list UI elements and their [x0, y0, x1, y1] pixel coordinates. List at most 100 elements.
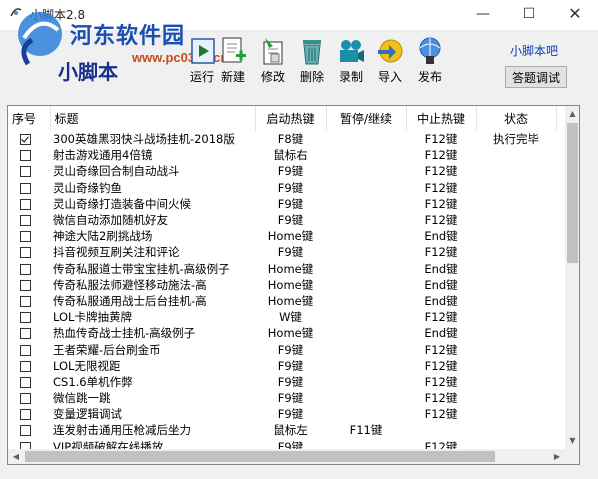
title-bar: 小脚本2.8 — ☐ ✕	[0, 0, 598, 30]
row-status	[476, 390, 556, 406]
answer-debug-button[interactable]: 答题调试	[505, 66, 567, 88]
row-start-hotkey: F8键	[277, 132, 304, 147]
row-checkbox[interactable]	[20, 295, 31, 307]
table-row[interactable]: 300英雄黑羽快斗战场挂机-2018版 F8键 F12键 执行完毕	[8, 131, 556, 147]
column-header-start-hotkey[interactable]: 启动热键	[255, 106, 327, 131]
table-row[interactable]: 灵山奇缘钓鱼 F9键 F12键	[8, 180, 556, 196]
scroll-left-arrow-icon[interactable]: ◀	[8, 449, 24, 464]
row-stop-hotkey	[406, 422, 476, 438]
row-status	[476, 180, 556, 196]
row-checkbox[interactable]	[20, 134, 31, 146]
new-button[interactable]: 新建	[213, 36, 253, 86]
row-checkbox[interactable]	[20, 215, 31, 227]
table-row[interactable]: LOL卡牌抽黄牌 W键 F12键	[8, 309, 556, 325]
table-row[interactable]: CS1.6单机作弊 F9键 F12键	[8, 374, 556, 390]
table-row[interactable]: 射击游戏通用4倍镜 鼠标右 F12键	[8, 147, 556, 163]
row-title: LOL无限视距	[53, 358, 121, 373]
close-button[interactable]: ✕	[552, 0, 598, 30]
row-checkbox[interactable]	[20, 409, 31, 421]
row-pause-hotkey	[326, 228, 406, 244]
table-row[interactable]: 微信跳一跳 F9键 F12键	[8, 390, 556, 406]
row-checkbox[interactable]	[20, 312, 31, 324]
table-row[interactable]: 传奇私服道士带宝宝挂机-高级例子 Home键 End键	[8, 261, 556, 277]
row-checkbox[interactable]	[20, 425, 31, 437]
row-checkbox-cell	[8, 131, 50, 147]
delete-label: 删除	[299, 70, 324, 84]
publish-label: 发布	[417, 70, 442, 84]
record-button[interactable]: 录制	[331, 36, 371, 86]
row-checkbox[interactable]	[20, 360, 31, 372]
row-pause-hotkey	[326, 406, 406, 422]
row-checkbox[interactable]	[20, 150, 31, 162]
column-header-index[interactable]: 序号	[8, 106, 51, 131]
row-checkbox[interactable]	[20, 166, 31, 178]
script-list[interactable]: 序号 标题 启动热键 暂停/继续 中止热键 状态 300英雄黑羽快斗战场挂机-2…	[7, 105, 580, 465]
column-header-stop-hotkey[interactable]: 中止热键	[406, 106, 477, 131]
scroll-up-arrow-icon[interactable]: ▲	[565, 106, 579, 122]
table-row[interactable]: 灵山奇缘回合制自动战斗 F9键 F12键	[8, 163, 556, 179]
table-row[interactable]: LOL无限视距 F9键 F12键	[8, 358, 556, 374]
row-stop-hotkey: End键	[424, 277, 458, 292]
maximize-button[interactable]: ☐	[506, 0, 552, 30]
column-header-title[interactable]: 标题	[50, 106, 256, 131]
table-row[interactable]: 抖音视频互刷关注和评论 F9键 F12键	[8, 244, 556, 260]
row-stop-hotkey: End键	[424, 229, 458, 244]
row-title: 连发射击通用压枪减后坐力	[53, 423, 191, 438]
row-start-hotkey: 鼠标左	[273, 423, 308, 438]
row-checkbox[interactable]	[20, 182, 31, 194]
edit-button[interactable]: 修改	[253, 36, 293, 86]
table-row[interactable]: 微信自动添加随机好友 F9键 F12键	[8, 212, 556, 228]
table-row[interactable]: 连发射击通用压枪减后坐力 鼠标左 F11键	[8, 422, 556, 438]
row-checkbox[interactable]	[20, 344, 31, 356]
row-checkbox-cell	[8, 358, 50, 374]
horizontal-scrollbar[interactable]: ◀ ▶	[8, 449, 565, 464]
delete-button[interactable]: 删除	[292, 36, 332, 86]
column-header-status[interactable]: 状态	[476, 106, 557, 131]
row-title: 王者荣耀-后台刷金币	[53, 342, 161, 357]
table-row[interactable]: 热血传奇战士挂机-高级例子 Home键 End键	[8, 325, 556, 341]
app-logo-icon	[10, 8, 22, 17]
row-checkbox-cell	[8, 422, 50, 438]
row-start-hotkey: F9键	[277, 374, 304, 389]
table-row[interactable]: 变量逻辑调试 F9键 F12键	[8, 406, 556, 422]
table-row[interactable]: 传奇私服通用战士后台挂机-高 Home键 End键	[8, 293, 556, 309]
row-status	[476, 277, 556, 293]
row-stop-hotkey: End键	[424, 326, 458, 341]
minimize-button[interactable]: —	[460, 0, 506, 30]
row-stop-hotkey: F12键	[424, 196, 458, 211]
table-row[interactable]: 王者荣耀-后台刷金币 F9键 F12键	[8, 341, 556, 357]
scroll-down-arrow-icon[interactable]: ▼	[565, 433, 579, 449]
row-checkbox-cell	[8, 406, 50, 422]
row-checkbox[interactable]	[20, 328, 31, 340]
row-checkbox[interactable]	[20, 263, 31, 275]
table-row[interactable]: 灵山奇缘打造装备中间火候 F9键 F12键	[8, 196, 556, 212]
row-status	[476, 341, 556, 357]
row-stop-hotkey: F12键	[424, 245, 458, 260]
row-start-hotkey: Home键	[267, 261, 314, 276]
publish-globe-icon	[419, 37, 441, 64]
row-pause-hotkey	[326, 358, 406, 374]
row-status	[476, 406, 556, 422]
vertical-scroll-thumb[interactable]	[567, 123, 578, 263]
horizontal-scroll-thumb[interactable]	[25, 451, 495, 462]
row-title: 微信跳一跳	[53, 391, 111, 406]
row-title: 传奇私服法师避怪移动施法-高	[53, 277, 207, 292]
row-checkbox[interactable]	[20, 198, 31, 210]
column-header-pause-resume[interactable]: 暂停/继续	[326, 106, 407, 131]
row-pause-hotkey	[326, 147, 406, 163]
import-button[interactable]: 导入	[370, 36, 410, 86]
row-checkbox[interactable]	[20, 231, 31, 243]
table-row[interactable]: 传奇私服法师避怪移动施法-高 Home键 End键	[8, 277, 556, 293]
row-start-hotkey: F9键	[277, 213, 304, 228]
forum-link[interactable]: 小脚本吧	[510, 42, 558, 59]
row-checkbox[interactable]	[20, 279, 31, 291]
publish-button[interactable]: 发布	[410, 36, 450, 86]
row-checkbox[interactable]	[20, 393, 31, 405]
row-title: LOL卡牌抽黄牌	[53, 310, 132, 325]
table-row[interactable]: 神途大陆2刷挑战场 Home键 End键	[8, 228, 556, 244]
row-checkbox[interactable]	[20, 376, 31, 388]
row-status: 执行完毕	[493, 132, 539, 147]
row-checkbox[interactable]	[20, 247, 31, 259]
scroll-right-arrow-icon[interactable]: ▶	[549, 449, 565, 464]
vertical-scrollbar[interactable]: ▲ ▼	[565, 106, 579, 449]
